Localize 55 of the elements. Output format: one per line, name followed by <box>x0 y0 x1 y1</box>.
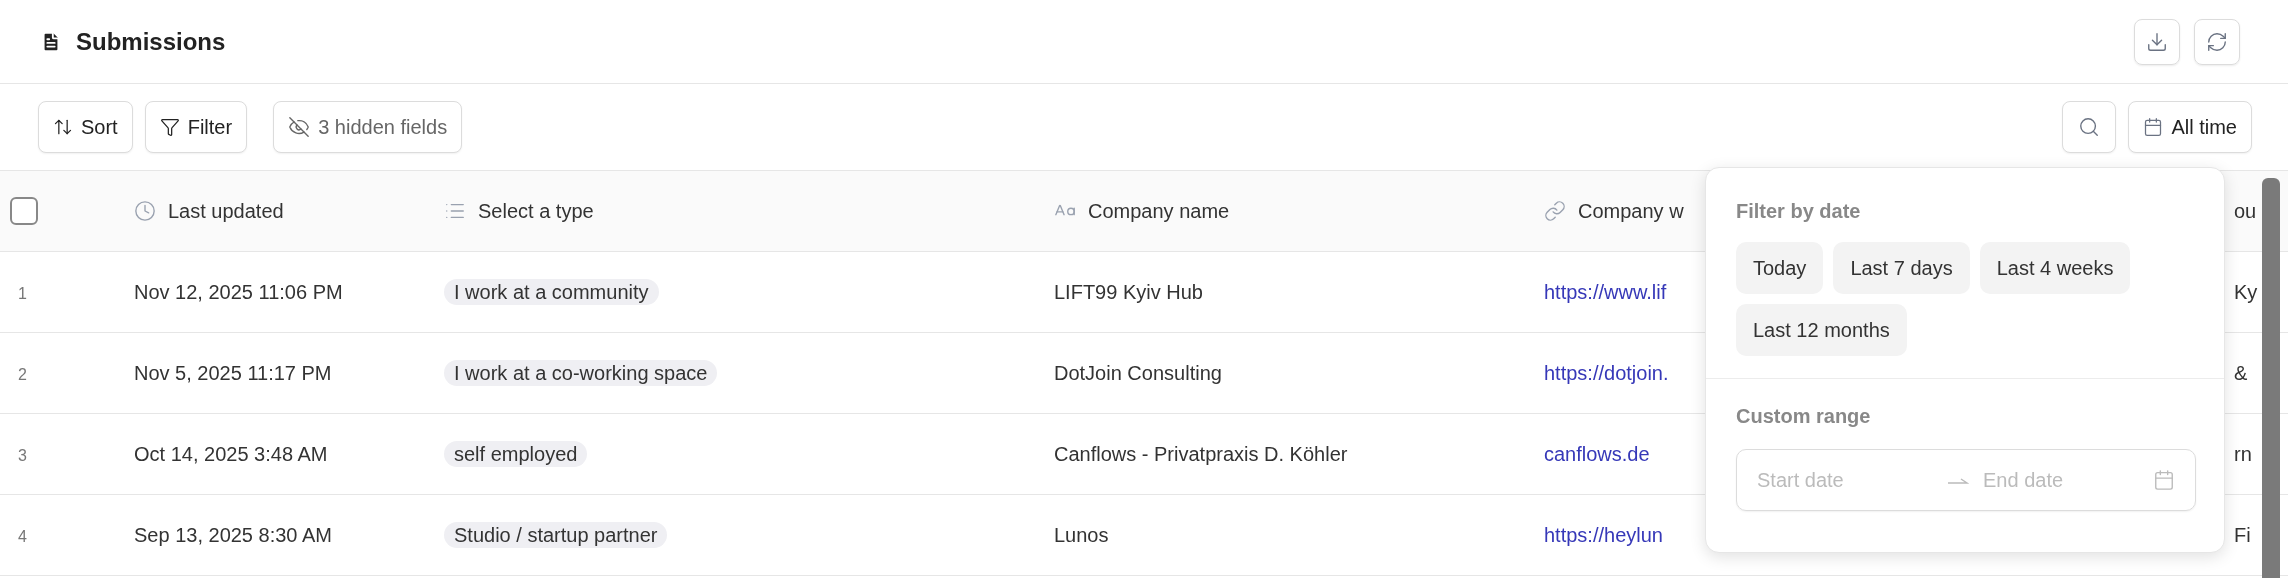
website-link[interactable]: canflows.de <box>1544 443 1650 465</box>
date-range-button[interactable]: All time <box>2128 101 2252 153</box>
scrollbar[interactable] <box>2262 178 2280 578</box>
column-header[interactable]: Select a type <box>478 196 594 226</box>
column-header[interactable]: Company w <box>1578 196 1684 226</box>
popover-heading: Custom range <box>1736 404 1872 429</box>
calendar-icon[interactable] <box>2153 469 2175 491</box>
refresh-icon <box>2206 30 2228 53</box>
popover-heading: Filter by date <box>1736 199 1862 224</box>
row-number: 3 <box>18 447 27 464</box>
row-number: 1 <box>18 285 27 302</box>
table-cell: LIFT99 Kyiv Hub <box>1054 281 1203 303</box>
date-preset-chip[interactable]: Last 12 months <box>1736 304 1907 356</box>
date-preset-chip[interactable]: Last 7 days <box>1833 242 1970 294</box>
search-icon <box>2078 116 2101 138</box>
refresh-button[interactable] <box>2194 18 2240 65</box>
calendar-icon <box>2143 117 2164 137</box>
website-link[interactable]: https://dotjoin. <box>1544 362 1669 384</box>
table-cell: & <box>2234 362 2248 384</box>
column-header[interactable]: Company name <box>1088 196 1230 226</box>
type-tag: self employed <box>444 441 588 467</box>
download-icon <box>2146 30 2168 53</box>
search-button[interactable] <box>2062 101 2117 153</box>
crossed-eye-icon <box>288 116 311 138</box>
table-cell: Ky <box>2234 281 2258 303</box>
table-cell: DotJoin Consulting <box>1054 362 1222 384</box>
filter-button[interactable]: Filter <box>144 101 248 153</box>
table-cell: Lunos <box>1054 524 1109 546</box>
download-button[interactable] <box>2134 18 2180 65</box>
column-header[interactable]: Last updated <box>168 196 284 226</box>
table-cell: Nov 5, 2025 11:17 PM <box>134 362 332 384</box>
column-header[interactable]: ou <box>2234 196 2257 226</box>
date-preset-chip[interactable]: Today <box>1736 242 1824 294</box>
website-link[interactable]: https://www.lif <box>1544 281 1667 303</box>
row-number: 2 <box>18 366 27 383</box>
table-cell: Nov 12, 2025 11:06 PM <box>134 281 343 303</box>
table-cell: rn <box>2234 443 2252 465</box>
type-tag: I work at a community <box>444 279 659 305</box>
date-preset-chip[interactable]: Last 4 weeks <box>1979 242 2131 294</box>
row-number: 4 <box>18 528 27 545</box>
website-link[interactable]: https://heylun <box>1544 524 1663 546</box>
clock-icon <box>134 200 156 222</box>
table-cell: Canflows - Privatpraxis D. Köhler <box>1054 443 1348 465</box>
table-cell: Fi <box>2234 524 2251 546</box>
sort-button[interactable]: Sort <box>38 101 133 153</box>
type-tag: I work at a co-working space <box>444 360 718 386</box>
table-cell: Sep 13, 2025 8:30 AM <box>134 524 332 546</box>
type-tag: Studio / startup partner <box>444 522 668 548</box>
hidden-fields-button[interactable]: 3 hidden fields <box>273 101 463 153</box>
funnel-icon <box>159 117 180 137</box>
sort-icon <box>53 117 73 137</box>
page-title: Submissions <box>76 26 226 57</box>
select-all-checkbox[interactable] <box>10 197 38 225</box>
link-icon <box>1544 200 1566 222</box>
table-cell: Oct 14, 2025 3:48 AM <box>134 443 328 465</box>
